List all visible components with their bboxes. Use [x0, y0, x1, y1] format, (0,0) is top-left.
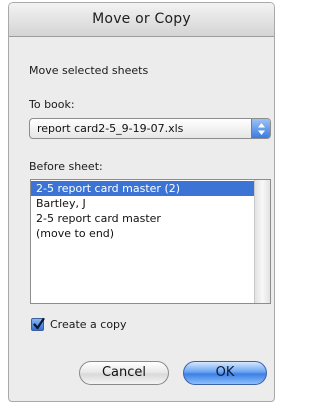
sheet-rows: 2-5 report card master (2) Bartley, J 2-5 …: [31, 181, 254, 241]
create-copy-checkbox[interactable]: [31, 317, 45, 331]
popup-arrows-icon: [251, 119, 270, 138]
cancel-button[interactable]: Cancel: [79, 361, 169, 385]
instruction-label: Move selected sheets: [29, 64, 149, 77]
before-sheet-label: Before sheet:: [29, 160, 103, 173]
sheet-list-item[interactable]: Bartley, J: [31, 196, 254, 211]
move-or-copy-dialog: Move or Copy Move selected sheets To boo…: [8, 2, 275, 402]
sheet-list-item[interactable]: 2-5 report card master (2): [31, 181, 254, 196]
title-bar[interactable]: Move or Copy: [9, 3, 274, 37]
dialog-title: Move or Copy: [92, 11, 191, 27]
before-sheet-list[interactable]: 2-5 report card master (2) Bartley, J 2-5 …: [30, 179, 271, 304]
sheet-list-item[interactable]: 2-5 report card master: [31, 211, 254, 226]
ok-button[interactable]: OK: [183, 361, 267, 385]
to-book-value: report card2-5_9-19-07.xls: [37, 122, 184, 135]
list-scrollbar[interactable]: [254, 180, 270, 303]
sheet-list-item[interactable]: (move to end): [31, 226, 254, 241]
create-copy-label: Create a copy: [50, 318, 127, 331]
to-book-popup[interactable]: report card2-5_9-19-07.xls: [29, 118, 271, 139]
to-book-label: To book:: [29, 98, 75, 111]
